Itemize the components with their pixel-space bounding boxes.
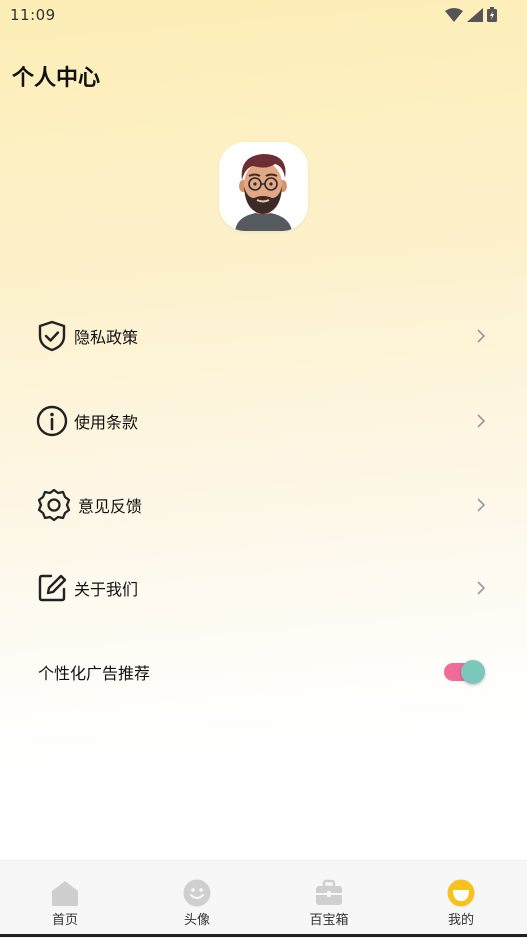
- info-icon: [36, 405, 68, 437]
- nav-label: 我的: [447, 913, 474, 928]
- toggle-knob: [461, 660, 485, 684]
- status-time: 11:09: [10, 6, 56, 24]
- status-icons: [445, 7, 497, 22]
- smiley-icon: [183, 879, 211, 907]
- personalized-ads-label: 个性化广告推荐: [38, 664, 151, 683]
- nav-item-mine[interactable]: 我的: [411, 861, 511, 938]
- menu-item-about-us[interactable]: 关于我们: [36, 568, 490, 608]
- chevron-right-icon: [477, 498, 486, 512]
- menu-item-label: 使用条款: [74, 413, 139, 432]
- avatar-image: [235, 154, 292, 231]
- signal-icon: [467, 7, 483, 22]
- chevron-right-icon: [477, 414, 486, 428]
- gear-icon: [36, 488, 72, 522]
- home-icon: [52, 881, 78, 906]
- shield-check-icon: [36, 320, 68, 352]
- menu-item-feedback[interactable]: 意见反馈: [36, 485, 490, 525]
- toolbox-icon: [316, 879, 342, 905]
- personalized-ads-toggle[interactable]: [444, 660, 486, 684]
- nav-item-home[interactable]: 首页: [15, 861, 115, 938]
- menu-item-label: 意见反馈: [78, 497, 143, 516]
- avatar[interactable]: [219, 142, 308, 231]
- nav-label: 百宝箱: [309, 913, 349, 928]
- bottom-nav: 首页 头像 百宝箱 我的: [0, 860, 527, 938]
- menu-item-terms-of-use[interactable]: 使用条款: [36, 401, 490, 441]
- wifi-icon: [445, 7, 463, 22]
- menu-item-label: 隐私政策: [74, 328, 139, 347]
- profile-smile-icon: [447, 879, 475, 907]
- nav-item-toolbox[interactable]: 百宝箱: [279, 861, 379, 938]
- chevron-right-icon: [477, 581, 486, 595]
- status-bar: 11:09: [0, 0, 527, 30]
- nav-label: 头像: [183, 913, 210, 928]
- menu-item-label: 关于我们: [74, 580, 139, 599]
- page-title: 个人中心: [12, 66, 101, 91]
- personalized-ads-row: 个性化广告推荐: [38, 652, 490, 692]
- chevron-right-icon: [477, 329, 486, 343]
- menu-item-privacy-policy[interactable]: 隐私政策: [36, 316, 490, 356]
- battery-icon: [487, 7, 497, 22]
- nav-label: 首页: [51, 913, 78, 928]
- edit-icon: [36, 572, 68, 604]
- nav-item-avatar[interactable]: 头像: [147, 861, 247, 938]
